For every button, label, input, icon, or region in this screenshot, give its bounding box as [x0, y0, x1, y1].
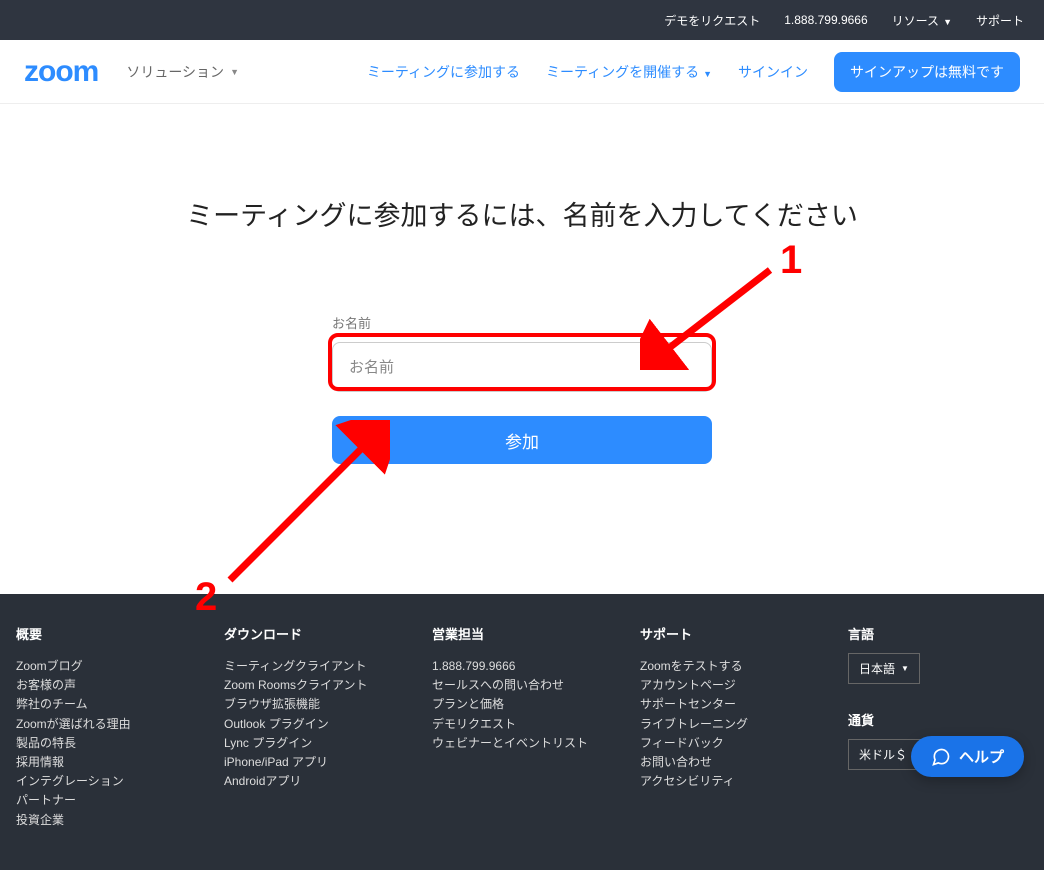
footer-link[interactable]: インテグレーション	[16, 772, 214, 791]
join-meeting-link[interactable]: ミーティングに参加する	[367, 62, 520, 82]
caret-down-icon: ▼	[230, 67, 239, 77]
footer-link[interactable]: ウェビナーとイベントリスト	[432, 734, 630, 753]
caret-down-icon: ▼	[901, 664, 909, 673]
language-heading: 言語	[848, 624, 1028, 643]
currency-heading: 通貨	[848, 710, 1028, 729]
footer-link[interactable]: アクセシビリティ	[640, 772, 838, 791]
footer-link[interactable]: Zoomブログ	[16, 657, 214, 676]
annotation-number-1: 1	[780, 238, 802, 283]
page-heading: ミーティングに参加するには、名前を入力してください	[0, 194, 1044, 233]
demo-link[interactable]: デモをリクエスト	[664, 12, 760, 29]
utility-topbar: デモをリクエスト 1.888.799.9666 リソース▼ サポート	[0, 0, 1044, 40]
footer-link[interactable]: iPhone/iPad アプリ	[224, 753, 422, 772]
annotation-number-2: 2	[195, 575, 217, 620]
footer-link[interactable]: サポートセンター	[640, 695, 838, 714]
footer-link[interactable]: プランと価格	[432, 695, 630, 714]
name-input[interactable]	[332, 342, 712, 392]
footer-side: 言語 日本語▼ 通貨 米ドル＄▼	[848, 624, 1028, 830]
footer-col-download: ダウンロードミーティングクライアントZoom Roomsクライアントブラウザ拡張…	[224, 624, 422, 830]
footer-col-title: サポート	[640, 624, 838, 643]
support-link[interactable]: サポート	[976, 12, 1024, 29]
help-button[interactable]: ヘルプ	[911, 736, 1024, 777]
signup-button[interactable]: サインアップは無料です	[834, 52, 1020, 92]
footer-link[interactable]: ブラウザ拡張機能	[224, 695, 422, 714]
footer-col-support: サポート Zoomをテストするアカウントページサポートセンターライブトレーニングフ…	[640, 624, 838, 830]
footer-link[interactable]: Outlook プラグイン	[224, 715, 422, 734]
footer-link[interactable]: お問い合わせ	[640, 753, 838, 772]
footer-link[interactable]: お客様の声	[16, 676, 214, 695]
footer-link[interactable]: フィードバック	[640, 734, 838, 753]
footer-link[interactable]: ミーティングクライアント	[224, 657, 422, 676]
footer-link[interactable]: デモリクエスト	[432, 715, 630, 734]
name-label: お名前	[332, 313, 712, 332]
footer-col-title: 概要	[16, 624, 214, 643]
signin-link[interactable]: サインイン	[738, 62, 808, 82]
main-navbar: zoom ソリューション▼ ミーティングに参加する ミーティングを開催する ▼ …	[0, 40, 1044, 104]
footer-link[interactable]: ライブトレーニング	[640, 715, 838, 734]
footer-col-title: 営業担当	[432, 624, 630, 643]
main-content: ミーティングに参加するには、名前を入力してください お名前 参加	[0, 104, 1044, 594]
footer-link[interactable]: Androidアプリ	[224, 772, 422, 791]
page-footer: 概要 Zoomブログお客様の声弊社のチームZoomが選ばれる理由製品の特長採用情報…	[0, 594, 1044, 870]
footer-link[interactable]: 1.888.799.9666	[432, 657, 630, 676]
footer-link[interactable]: 投資企業	[16, 811, 214, 830]
phone-link[interactable]: 1.888.799.9666	[784, 13, 867, 27]
footer-col-title: ダウンロード	[224, 624, 422, 643]
footer-link[interactable]: Zoomが選ばれる理由	[16, 715, 214, 734]
footer-link[interactable]: 弊社のチーム	[16, 695, 214, 714]
footer-link[interactable]: セールスへの問い合わせ	[432, 676, 630, 695]
resources-dropdown[interactable]: リソース▼	[892, 12, 952, 29]
zoom-logo[interactable]: zoom	[24, 55, 98, 89]
join-form: お名前 参加	[332, 313, 712, 464]
host-meeting-dropdown[interactable]: ミーティングを開催する ▼	[546, 62, 712, 82]
footer-link[interactable]: Zoom Roomsクライアント	[224, 676, 422, 695]
solutions-dropdown[interactable]: ソリューション▼	[126, 62, 239, 82]
footer-link[interactable]: 製品の特長	[16, 734, 214, 753]
footer-link[interactable]: Lync プラグイン	[224, 734, 422, 753]
footer-link[interactable]: 採用情報	[16, 753, 214, 772]
footer-col-overview: 概要 Zoomブログお客様の声弊社のチームZoomが選ばれる理由製品の特長採用情報…	[16, 624, 214, 830]
join-button[interactable]: 参加	[332, 416, 712, 464]
chat-icon	[931, 747, 951, 767]
footer-link[interactable]: アカウントページ	[640, 676, 838, 695]
footer-col-sales: 営業担当 1.888.799.9666セールスへの問い合わせプランと価格デモリクエ…	[432, 624, 630, 830]
language-select[interactable]: 日本語▼	[848, 653, 920, 684]
footer-link[interactable]: パートナー	[16, 791, 214, 810]
caret-down-icon: ▼	[703, 69, 712, 79]
caret-down-icon: ▼	[943, 17, 952, 27]
footer-link[interactable]: Zoomをテストする	[640, 657, 838, 676]
